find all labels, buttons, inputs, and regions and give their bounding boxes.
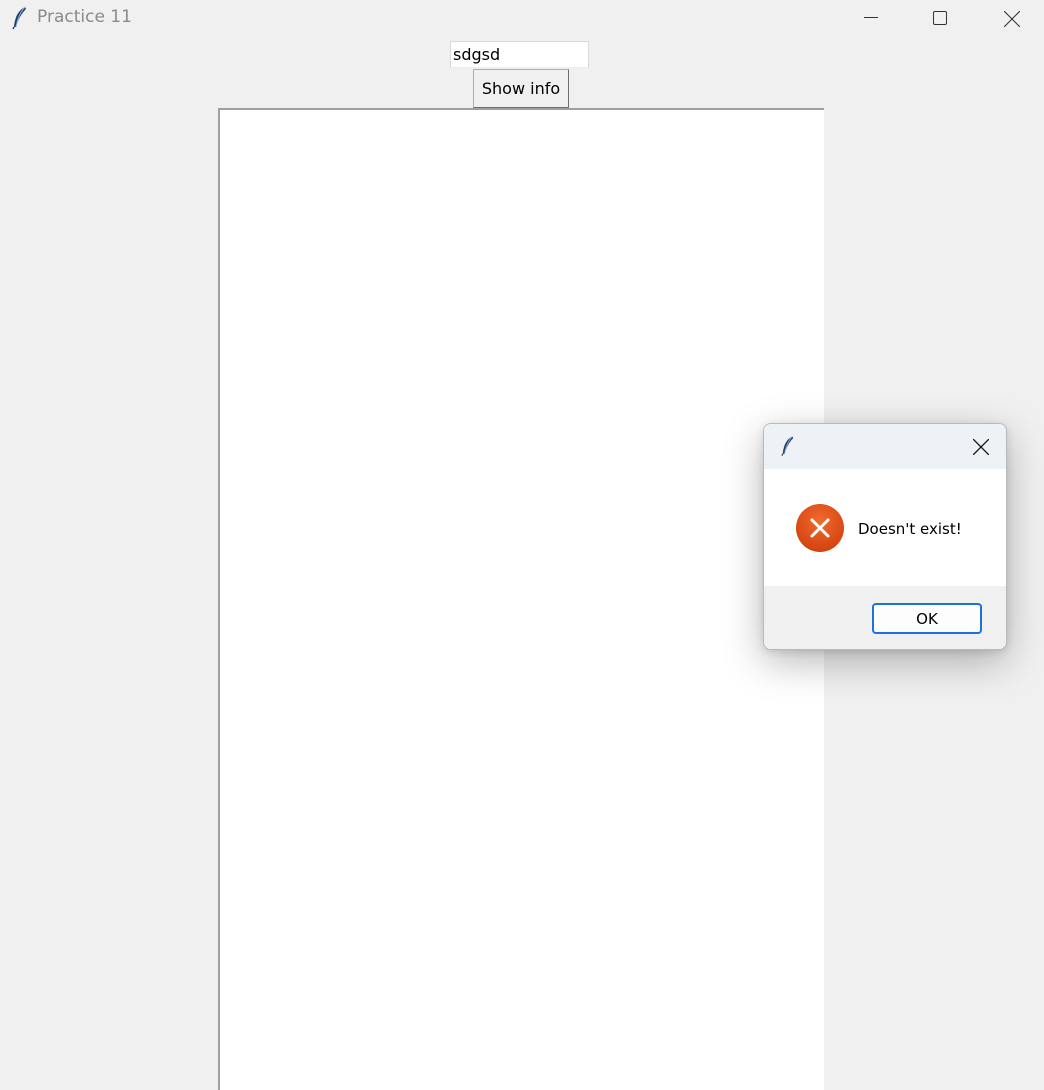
error-dialog: Doesn't exist! OK: [763, 423, 1007, 650]
window-title: Practice 11: [37, 7, 132, 27]
dialog-title-bar[interactable]: [764, 424, 1006, 469]
dialog-close-button[interactable]: [968, 434, 994, 460]
feather-icon: [12, 6, 28, 30]
maximize-button[interactable]: [911, 0, 969, 36]
dialog-message: Doesn't exist!: [858, 520, 962, 538]
close-button[interactable]: [982, 0, 1040, 36]
dialog-body: Doesn't exist!: [764, 469, 1006, 586]
error-icon: [796, 504, 844, 552]
info-entry[interactable]: [450, 41, 589, 68]
show-info-button[interactable]: Show info: [473, 69, 569, 108]
output-text-area[interactable]: [218, 108, 824, 1090]
minimize-button[interactable]: [842, 0, 900, 36]
app-window: Practice 11 Show info: [0, 0, 1044, 1090]
feather-icon: [781, 434, 795, 458]
ok-button[interactable]: OK: [872, 603, 982, 634]
dialog-footer: OK: [764, 586, 1006, 649]
title-bar[interactable]: Practice 11: [0, 0, 1044, 36]
